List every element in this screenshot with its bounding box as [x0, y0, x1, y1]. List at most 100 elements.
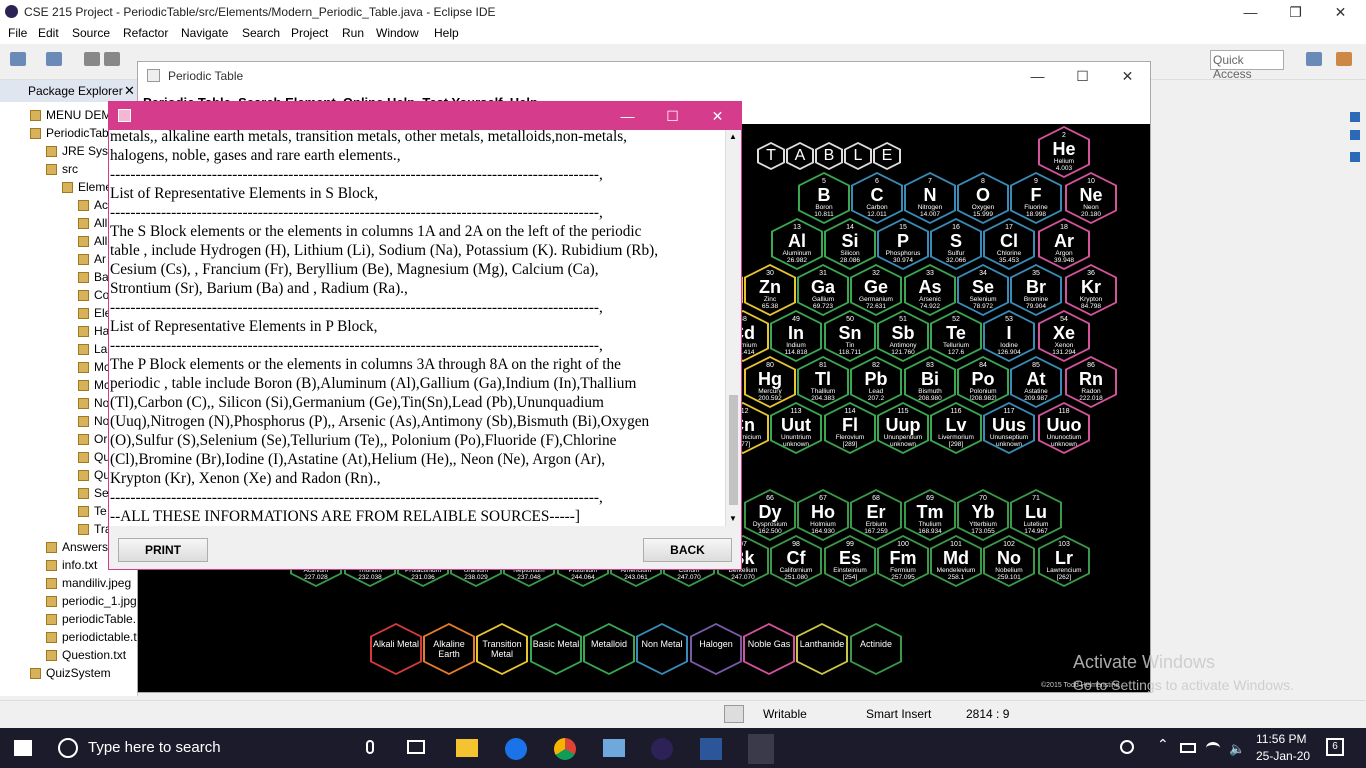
- element-hex-n[interactable]: 7 N Nitrogen 14.007: [904, 172, 956, 224]
- volume-icon[interactable]: 🔈: [1229, 741, 1245, 757]
- tree-item[interactable]: MENU DEM: [30, 108, 111, 122]
- word-icon[interactable]: [700, 738, 722, 760]
- element-hex-no[interactable]: 102 No Nobelium 259.101: [983, 535, 1035, 587]
- element-hex-hg[interactable]: 80 Hg Mercury 200.592: [744, 356, 796, 408]
- scroll-up-icon[interactable]: ▲: [729, 132, 737, 141]
- element-hex-f[interactable]: 9 F Fluorine 18.998: [1010, 172, 1062, 224]
- tree-item[interactable]: Ar: [78, 252, 106, 266]
- file-explorer-icon[interactable]: [456, 739, 478, 757]
- save-icon[interactable]: [84, 52, 100, 66]
- element-hex-md[interactable]: 101 Md Mendelevium 258.1: [930, 535, 982, 587]
- tree-item[interactable]: Answers: [46, 540, 108, 554]
- element-hex-er[interactable]: 68 Er Erbium 167.259: [850, 489, 902, 541]
- menu-run[interactable]: Run: [342, 26, 364, 40]
- dialog-maximize-icon[interactable]: ☐: [650, 104, 695, 128]
- element-hex-es[interactable]: 99 Es Einsteinium [254]: [824, 535, 876, 587]
- element-hex-ne[interactable]: 10 Ne Neon 20.180: [1065, 172, 1117, 224]
- chevron-up-icon[interactable]: ⌃: [1157, 736, 1169, 753]
- tree-item[interactable]: Eleme: [62, 180, 112, 194]
- tree-item[interactable]: PeriodicTab: [30, 126, 109, 140]
- element-hex-tl[interactable]: 81 Tl Thallium 204.383: [797, 356, 849, 408]
- element-hex-cf[interactable]: 98 Cf Californium 251.080: [770, 535, 822, 587]
- periodic-close-icon[interactable]: ✕: [1105, 64, 1150, 88]
- menu-refactor[interactable]: Refactor: [123, 26, 168, 40]
- edge-icon[interactable]: [505, 738, 527, 760]
- element-hex-o[interactable]: 8 O Oxygen 15.999: [957, 172, 1009, 224]
- vertical-scrollbar[interactable]: ▲ ▼: [725, 130, 741, 526]
- battery-icon[interactable]: [1180, 743, 1196, 753]
- back-button[interactable]: BACK: [643, 538, 732, 562]
- element-hex-sb[interactable]: 51 Sb Antimony 121.760: [877, 310, 929, 362]
- element-hex-lr[interactable]: 103 Lr Lawrencium [262]: [1038, 535, 1090, 587]
- tree-item[interactable]: src: [46, 162, 78, 176]
- tree-item[interactable]: Se: [78, 486, 109, 500]
- save-all-icon[interactable]: [104, 52, 120, 66]
- element-hex-b[interactable]: 5 B Boron 10.811: [798, 172, 850, 224]
- element-hex-tm[interactable]: 69 Tm Thulium 168.934: [904, 489, 956, 541]
- element-hex-po[interactable]: 84 Po Polonium [208.982]: [957, 356, 1009, 408]
- minimize-icon[interactable]: —: [1228, 0, 1273, 24]
- java-taskbar-icon[interactable]: [748, 734, 774, 764]
- info-textarea[interactable]: metals,, alkaline earth metals, transiti…: [109, 130, 741, 526]
- tree-item[interactable]: Question.txt: [46, 648, 126, 662]
- tree-item[interactable]: mandiliv.jpeg: [46, 576, 131, 590]
- menu-search[interactable]: Search: [242, 26, 280, 40]
- problems-icon[interactable]: [1350, 152, 1360, 162]
- element-hex-he[interactable]: 2 He Helium 4.003: [1038, 126, 1090, 178]
- menu-source[interactable]: Source: [72, 26, 110, 40]
- element-hex-s[interactable]: 16 S Sulfur 32.066: [930, 218, 982, 270]
- print-button[interactable]: PRINT: [118, 538, 208, 562]
- scroll-thumb[interactable]: [729, 395, 738, 505]
- element-hex-lu[interactable]: 71 Lu Lutetium 174.967: [1010, 489, 1062, 541]
- menu-file[interactable]: File: [8, 26, 27, 40]
- eclipse-taskbar-icon[interactable]: [651, 738, 673, 760]
- chrome-icon[interactable]: [554, 738, 576, 760]
- close-icon[interactable]: ✕: [1318, 0, 1363, 24]
- menu-window[interactable]: Window: [376, 26, 419, 40]
- windows-start-icon[interactable]: [14, 740, 32, 756]
- element-hex-fm[interactable]: 100 Fm Fermium 257.095: [877, 535, 929, 587]
- computer-icon[interactable]: [603, 739, 625, 757]
- quick-access-field[interactable]: Quick Access: [1210, 50, 1284, 81]
- element-hex-se[interactable]: 34 Se Selenium 78.972: [957, 264, 1009, 316]
- element-hex-uut[interactable]: 113 Uut Ununtrium unknown: [770, 402, 822, 454]
- element-hex-uuo[interactable]: 118 Uuo Ununoctium unknown: [1038, 402, 1090, 454]
- tree-item[interactable]: Te: [78, 504, 107, 518]
- element-hex-ga[interactable]: 31 Ga Gallium 69.723: [797, 264, 849, 316]
- scroll-down-icon[interactable]: ▼: [729, 514, 737, 523]
- menu-navigate[interactable]: Navigate: [181, 26, 228, 40]
- tree-item[interactable]: periodictable.t: [46, 630, 137, 644]
- element-hex-p[interactable]: 15 P Phosphorus 30.974: [877, 218, 929, 270]
- element-hex-zn[interactable]: 30 Zn Zinc 65.38: [744, 264, 796, 316]
- wifi-icon[interactable]: [1206, 742, 1220, 754]
- tree-item[interactable]: periodic_1.jpg: [46, 594, 137, 608]
- microphone-icon[interactable]: [366, 740, 374, 754]
- tree-item[interactable]: All: [78, 234, 107, 248]
- outline-icon[interactable]: [1350, 112, 1360, 122]
- notification-icon[interactable]: 6: [1326, 738, 1344, 756]
- task-list-icon[interactable]: [1350, 130, 1360, 140]
- open-type-icon[interactable]: [46, 52, 62, 66]
- menu-project[interactable]: Project: [291, 26, 328, 40]
- dialog-close-icon[interactable]: ✕: [695, 104, 740, 128]
- new-icon[interactable]: [10, 52, 26, 66]
- element-hex-ar[interactable]: 18 Ar Argon 39.948: [1038, 218, 1090, 270]
- tree-item[interactable]: Ba: [78, 270, 109, 284]
- periodic-maximize-icon[interactable]: ☐: [1060, 64, 1105, 88]
- periodic-minimize-icon[interactable]: —: [1015, 64, 1060, 88]
- close-view-icon[interactable]: ✕: [124, 83, 135, 99]
- element-hex-bi[interactable]: 83 Bi Bismuth 208.980: [904, 356, 956, 408]
- people-icon[interactable]: [1120, 740, 1134, 754]
- clock-time[interactable]: 11:56 PM: [1256, 732, 1306, 746]
- element-hex-at[interactable]: 85 At Astatine 209.987: [1010, 356, 1062, 408]
- element-hex-br[interactable]: 35 Br Bromine 79.904: [1010, 264, 1062, 316]
- element-hex-te[interactable]: 52 Te Tellurium 127.6: [930, 310, 982, 362]
- clock-date[interactable]: 25-Jan-20: [1256, 749, 1310, 763]
- element-hex-ho[interactable]: 67 Ho Holmium 164.930: [797, 489, 849, 541]
- task-view-icon[interactable]: [407, 740, 425, 754]
- element-hex-dy[interactable]: 66 Dy Dysprosium 162.500: [744, 489, 796, 541]
- tree-item[interactable]: Or: [78, 432, 107, 446]
- element-hex-xe[interactable]: 54 Xe Xenon 131.294: [1038, 310, 1090, 362]
- menu-edit[interactable]: Edit: [38, 26, 59, 40]
- element-hex-fl[interactable]: 114 Fl Flerovium [289]: [824, 402, 876, 454]
